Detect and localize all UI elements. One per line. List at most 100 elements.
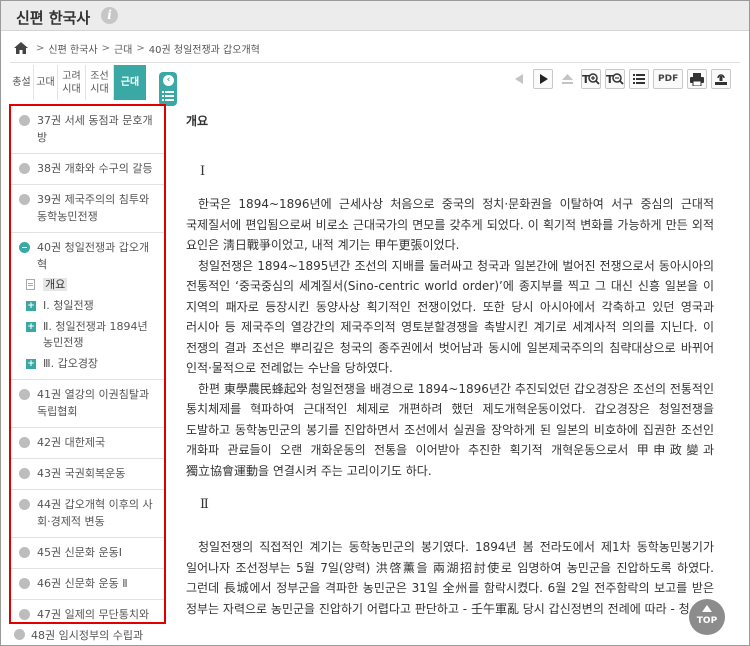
breadcrumb-separator: >	[101, 42, 110, 54]
sidebar-item[interactable]: 47권 일제의 무단통치와 3·1운동	[11, 600, 164, 622]
section-number: Ⅱ	[200, 497, 209, 512]
bullet-icon	[19, 468, 30, 479]
tab-ancient[interactable]: 고대	[34, 65, 58, 100]
zoom-in-button[interactable]: T	[581, 69, 601, 89]
volume-sidebar: 37권 서세 동점과 문호개방 38권 개화와 수구의 갈등 39권 제국주의의…	[9, 104, 166, 624]
sidebar-toggle-button[interactable]: ‹	[159, 72, 177, 106]
sub-item[interactable]: + Ⅱ. 청일전쟁과 1894년 농민전쟁	[11, 317, 164, 354]
expand-icon[interactable]: +	[26, 301, 36, 311]
document-icon	[26, 279, 35, 290]
arrow-up-icon	[702, 605, 712, 612]
sidebar-item[interactable]: 44권 갑오개혁 이후의 사회·경제적 변동	[11, 490, 164, 538]
bullet-icon	[19, 578, 30, 589]
expand-icon[interactable]: +	[26, 322, 36, 332]
tab-joseon[interactable]: 조선시대	[86, 65, 114, 100]
list-icon	[633, 74, 645, 84]
viewer-toolbar: T T PDF	[505, 68, 732, 90]
article-paragraph: 한편 東學農民蜂起와 청일전쟁을 배경으로 1894~1896년간 추진되었던 …	[186, 381, 714, 478]
eject-button[interactable]	[557, 69, 577, 89]
sidebar-item[interactable]: 39권 제국주의의 침투와 동학농민전쟁	[11, 185, 164, 233]
sidebar-item[interactable]: 37권 서세 동점과 문호개방	[11, 106, 164, 154]
sidebar-item[interactable]: 42권 대한제국	[11, 428, 164, 459]
bullet-icon	[19, 389, 30, 400]
bullet-icon	[19, 163, 30, 174]
sidebar-item-label: 40권 청일전쟁과 갑오개혁	[37, 241, 150, 271]
sidebar-item-expanded[interactable]: 40권 청일전쟁과 갑오개혁	[11, 233, 164, 275]
print-button[interactable]	[687, 69, 708, 89]
section-number: Ⅰ	[200, 164, 206, 179]
info-icon[interactable]: i	[101, 7, 118, 24]
sidebar-item-label: 45권 신문화 운동Ⅰ	[37, 546, 122, 559]
breadcrumb-separator: >	[36, 42, 45, 54]
text-zoom-in-icon: T	[582, 73, 600, 86]
bullet-icon	[19, 499, 30, 510]
app-title: 신편 한국사	[16, 9, 91, 27]
article-title: 개요	[186, 114, 209, 128]
text-zoom-out-icon: T	[606, 73, 624, 86]
article-paragraph: 한국은 1894~1896년에 근세사상 처음으로 중국의 정치·문화권을 이탈…	[186, 197, 714, 252]
pdf-button[interactable]: PDF	[653, 69, 684, 89]
sub-item[interactable]: + Ⅲ. 갑오경장	[11, 354, 164, 375]
sidebar-item-label: 42권 대한제국	[37, 436, 106, 449]
sub-item-label: 개요	[43, 278, 68, 291]
collapse-icon[interactable]	[19, 242, 30, 253]
sidebar-item-label: 38권 개화와 수구의 갈등	[37, 162, 153, 175]
sidebar-item[interactable]: 41권 열강의 이권침탈과 독립협회	[11, 380, 164, 428]
article-paragraph: 청일전쟁의 직접적인 계기는 동학농민군의 봉기였다. 1894년 봄 전라도에…	[186, 540, 714, 616]
zoom-out-button[interactable]: T	[605, 69, 625, 89]
prev-page-button[interactable]	[509, 69, 529, 89]
speaker-icon	[715, 73, 728, 85]
scroll-to-top-button[interactable]: TOP	[689, 599, 725, 635]
breadcrumb-divider	[10, 62, 740, 63]
tab-overview[interactable]: 총설	[10, 65, 34, 100]
triangle-left-icon	[514, 74, 523, 84]
sidebar-item-label: 48권 임시정부의 수립과	[31, 629, 144, 642]
sidebar-item-label: 47권 일제의 무단통치와 3·1운동	[37, 608, 150, 621]
sidebar-item[interactable]: 43권 국권회복운동	[11, 459, 164, 490]
list-view-button[interactable]	[629, 69, 649, 89]
eject-icon	[561, 73, 573, 84]
tab-modern[interactable]: 근대	[114, 65, 146, 100]
next-page-button[interactable]	[533, 69, 553, 89]
header-bar: 신편 한국사 i	[1, 1, 749, 31]
sidebar-item[interactable]: 45권 신문화 운동Ⅰ	[11, 538, 164, 569]
sidebar-item[interactable]: 46권 신문화 운동 Ⅱ	[11, 569, 164, 600]
sidebar-item-label: 44권 갑오개혁 이후의 사회·경제적 변동	[37, 498, 153, 528]
bullet-icon	[14, 629, 25, 640]
breadcrumb: > 신편 한국사 > 근대 > 40권 청일전쟁과 갑오개혁	[14, 38, 260, 58]
sidebar-item-label: 46권 신문화 운동 Ⅱ	[37, 577, 128, 590]
triangle-right-icon	[539, 74, 548, 84]
article-content: 개요 Ⅰ 한국은 1894~1896년에 근세사상 처음으로 중국의 정치·문화…	[186, 106, 714, 646]
collapse-icon: ‹	[163, 75, 174, 86]
list-icon	[162, 91, 174, 101]
tab-goryeo[interactable]: 고려시대	[58, 65, 86, 100]
top-button-label: TOP	[696, 616, 718, 626]
bullet-icon	[19, 194, 30, 205]
period-tabs: 총설 고대 고려시대 조선시대 근대	[10, 65, 146, 100]
sub-item-label: Ⅰ. 청일전쟁	[43, 299, 94, 312]
expand-icon[interactable]: +	[26, 359, 36, 369]
sidebar-item-partial[interactable]: 48권 임시정부의 수립과	[14, 627, 143, 643]
sidebar-sub-list: 개요 + Ⅰ. 청일전쟁 + Ⅱ. 청일전쟁과 1894년 농민전쟁 + Ⅲ. 갑오경…	[11, 275, 164, 380]
home-icon[interactable]	[14, 42, 28, 54]
read-aloud-button[interactable]	[711, 69, 732, 89]
article-paragraph: 청일전쟁은 1894~1895년간 조선의 지배를 둘러싸고 청국과 일본간에 …	[186, 258, 714, 376]
sidebar-item-label: 43권 국권회복운동	[37, 467, 126, 480]
breadcrumb-link-0[interactable]: 신편 한국사	[48, 41, 97, 56]
printer-icon	[690, 72, 705, 86]
sub-item-overview[interactable]: 개요	[11, 275, 164, 296]
breadcrumb-link-1[interactable]: 근대	[114, 41, 132, 56]
bullet-icon	[19, 547, 30, 558]
bullet-icon	[19, 115, 30, 126]
bullet-icon	[19, 609, 30, 620]
bullet-icon	[19, 437, 30, 448]
sidebar-item[interactable]: 38권 개화와 수구의 갈등	[11, 154, 164, 185]
sub-item[interactable]: + Ⅰ. 청일전쟁	[11, 296, 164, 317]
breadcrumb-current: 40권 청일전쟁과 갑오개혁	[148, 44, 260, 56]
sub-item-label: Ⅱ. 청일전쟁과 1894년 농민전쟁	[43, 320, 148, 349]
breadcrumb-separator: >	[136, 42, 145, 54]
sidebar-item-label: 39권 제국주의의 침투와 동학농민전쟁	[37, 193, 150, 223]
sub-item-label: Ⅲ. 갑오경장	[43, 357, 99, 370]
sidebar-item-label: 37권 서세 동점과 문호개방	[37, 114, 153, 144]
sidebar-item-label: 41권 열강의 이권침탈과 독립협회	[37, 388, 150, 418]
